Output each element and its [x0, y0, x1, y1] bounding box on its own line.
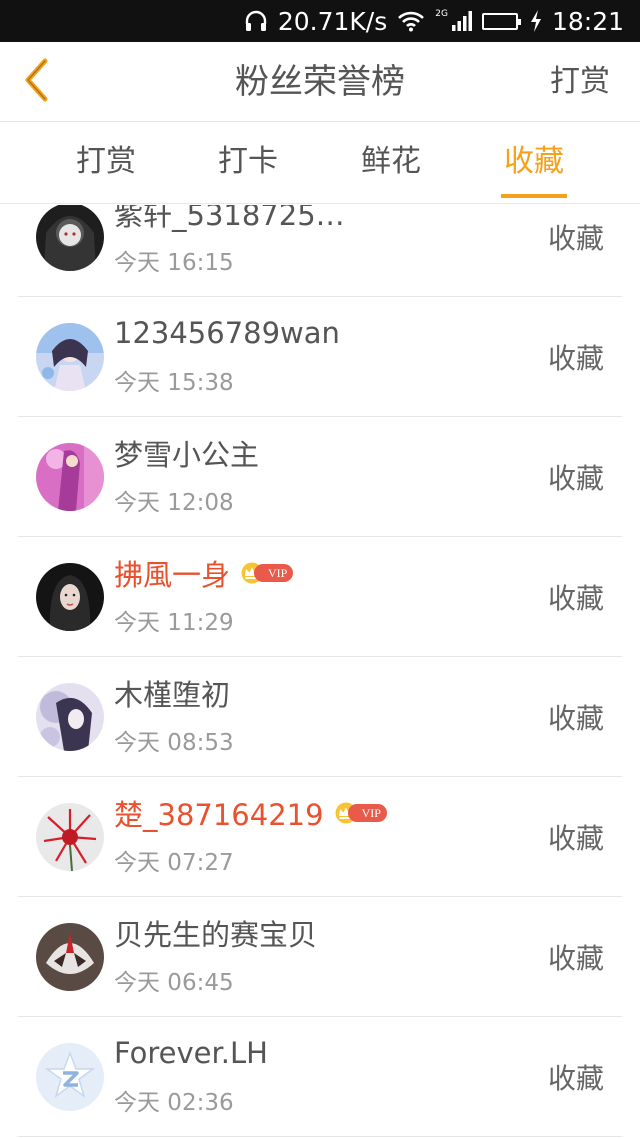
tab-checkin[interactable]: 打卡: [198, 122, 298, 204]
avatar: [36, 563, 104, 631]
avatar: [36, 323, 104, 391]
headphones-icon: [244, 10, 268, 32]
user-name: 紫轩_5318725…: [114, 205, 345, 232]
tab-label: 打赏: [76, 144, 136, 179]
vip-badge: VIP: [334, 802, 387, 824]
chevron-left-icon: [21, 57, 51, 107]
timestamp: 今天 08:53: [114, 730, 234, 756]
favorite-label: 收藏: [547, 222, 604, 255]
tab-label: 鲜花: [361, 144, 421, 179]
tab-label: 收藏: [504, 144, 564, 179]
vip-label: VIP: [347, 804, 387, 822]
avatar: [36, 205, 104, 271]
timestamp: 今天 02:36: [114, 1090, 234, 1116]
avatar: [36, 443, 104, 511]
network-type: 2G: [435, 9, 448, 19]
avatar: [36, 1043, 104, 1111]
user-name: 贝先生的赛宝贝: [114, 918, 318, 952]
user-name: 楚_387164219: [114, 798, 324, 832]
list-item[interactable]: 木槿堕初 今天 08:53 收藏: [0, 657, 640, 777]
tab-reward[interactable]: 打赏: [56, 122, 156, 204]
user-name: 拂風一身: [114, 558, 231, 592]
list-item[interactable]: 123456789wan 今天 15:38 收藏: [0, 297, 640, 417]
clock: 18:21: [551, 6, 624, 36]
back-button[interactable]: [14, 56, 58, 108]
list-item[interactable]: 贝先生的赛宝贝 今天 06:45 收藏: [0, 897, 640, 1017]
timestamp: 今天 11:29: [114, 610, 234, 636]
list-item[interactable]: 楚_387164219 VIP 今天 07:27 收藏: [0, 777, 640, 897]
tab-label: 打卡: [218, 144, 278, 179]
charging-icon: [530, 10, 542, 32]
avatar: [36, 803, 104, 871]
list-item[interactable]: 紫轩_5318725… 今天 16:15 收藏: [0, 205, 640, 297]
favorite-label: 收藏: [547, 1062, 604, 1095]
timestamp: 今天 07:27: [114, 850, 234, 876]
tab-bar: 打赏 打卡 鲜花 收藏: [0, 122, 640, 204]
avatar: [36, 923, 104, 991]
reward-button[interactable]: 打赏: [550, 42, 610, 122]
favorite-label: 收藏: [547, 342, 604, 375]
avatar: [36, 683, 104, 751]
timestamp: 今天 15:38: [114, 370, 234, 396]
signal-icon: [451, 11, 472, 31]
favorite-label: 收藏: [547, 942, 604, 975]
timestamp: 今天 16:15: [114, 250, 234, 276]
tab-indicator: [501, 194, 567, 198]
app-header: 粉丝荣誉榜 打赏: [0, 42, 640, 122]
timestamp: 今天 12:08: [114, 490, 234, 516]
favorite-label: 收藏: [547, 462, 604, 495]
user-name: 梦雪小公主: [114, 438, 260, 472]
network-speed: 20.71K/s: [277, 6, 388, 36]
user-name: 123456789wan: [114, 316, 340, 350]
fan-list[interactable]: 紫轩_5318725… 今天 16:15 收藏 123456789wan 今天 …: [0, 205, 640, 1138]
tab-favorites[interactable]: 收藏: [484, 122, 584, 204]
list-item[interactable]: 梦雪小公主 今天 12:08 收藏: [0, 417, 640, 537]
page-title: 粉丝荣誉榜: [235, 62, 405, 102]
vip-label: VIP: [254, 564, 294, 582]
tab-flowers[interactable]: 鲜花: [341, 122, 441, 204]
favorite-label: 收藏: [547, 822, 604, 855]
favorite-label: 收藏: [547, 582, 604, 615]
user-name: 木槿堕初: [114, 678, 231, 712]
user-name: Forever.LH: [114, 1036, 268, 1070]
status-bar: 20.71K/s 2G 18:21: [0, 0, 640, 42]
wifi-icon: [397, 10, 425, 32]
battery-icon: [481, 12, 521, 30]
favorite-label: 收藏: [547, 702, 604, 735]
list-item[interactable]: 拂風一身 VIP 今天 11:29 收藏: [0, 537, 640, 657]
vip-badge: VIP: [240, 562, 294, 584]
timestamp: 今天 06:45: [114, 970, 234, 996]
list-item[interactable]: Forever.LH 今天 02:36 收藏: [0, 1017, 640, 1137]
